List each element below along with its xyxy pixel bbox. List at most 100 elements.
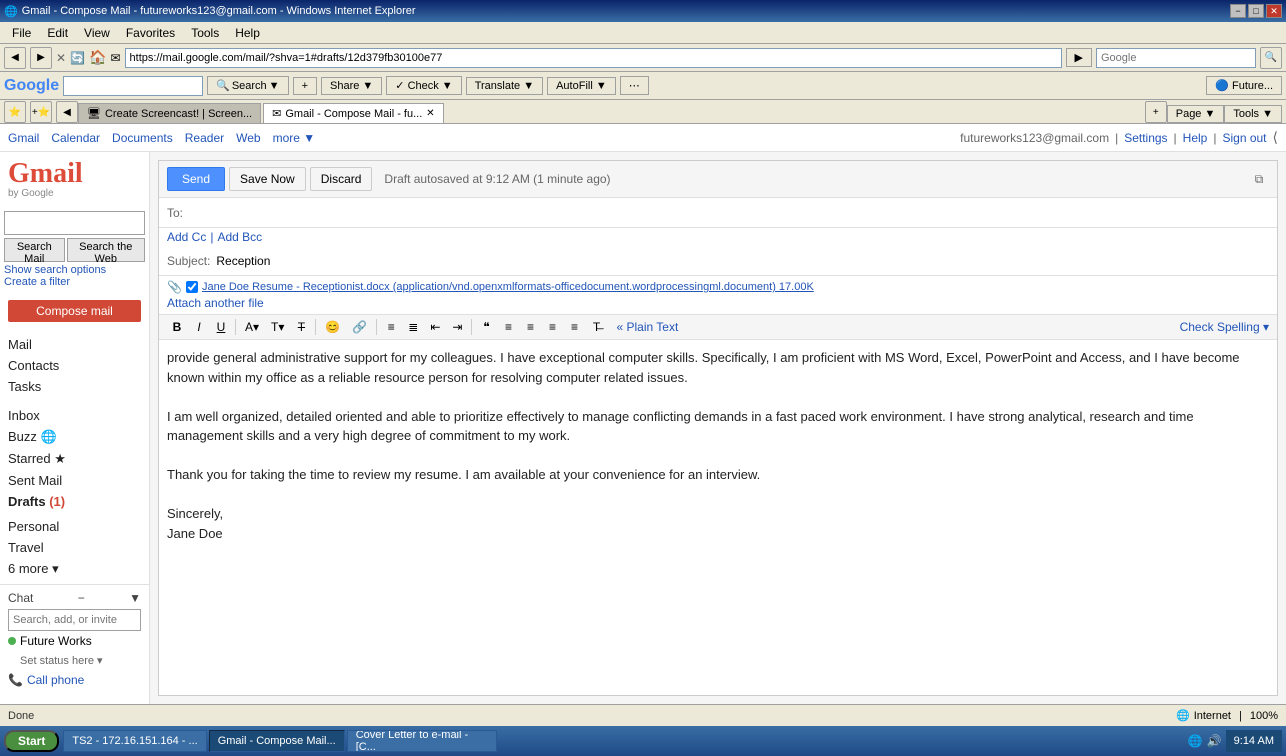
sidebar-item-starred[interactable]: Starred ★	[0, 448, 149, 470]
link-button[interactable]: 🔗	[347, 317, 372, 337]
sidebar-item-mail[interactable]: Mail	[0, 334, 149, 355]
minimize-button[interactable]: −	[1230, 4, 1246, 18]
home-icon[interactable]: 🏠	[89, 49, 106, 66]
indent-right-button[interactable]: ⇥	[447, 317, 467, 337]
sign-out-link[interactable]: Sign out	[1222, 131, 1266, 145]
to-input[interactable]	[187, 204, 1269, 222]
sidebar-item-inbox[interactable]: Inbox	[0, 405, 149, 426]
browser-search-input[interactable]	[1096, 48, 1256, 68]
favorites-button[interactable]: ⭐	[4, 101, 26, 123]
unordered-list-button[interactable]: ≣	[403, 317, 423, 337]
plain-text-link[interactable]: « Plain Text	[616, 320, 678, 334]
nav-calendar[interactable]: Calendar	[51, 131, 100, 145]
attachment-link[interactable]: Jane Doe Resume - Receptionist.docx (app…	[202, 281, 814, 293]
tab-gmail[interactable]: ✉ Gmail - Compose Mail - fu... ✕	[263, 103, 444, 123]
subject-input[interactable]	[214, 252, 1269, 270]
blockquote-button[interactable]: ❝	[476, 317, 496, 337]
menu-view[interactable]: View	[76, 24, 118, 42]
remove-format-button[interactable]: T̶	[586, 317, 606, 337]
taskbar-item-gmail[interactable]: Gmail - Compose Mail...	[209, 730, 345, 752]
nav-documents[interactable]: Documents	[112, 131, 173, 145]
forward-button[interactable]: ▶	[30, 47, 52, 69]
chat-settings-icon[interactable]: ▼	[129, 591, 141, 605]
sidebar-item-buzz[interactable]: Buzz 🌐	[0, 426, 149, 448]
indent-left-button[interactable]: ⇤	[425, 317, 445, 337]
sidebar-item-personal[interactable]: Personal	[0, 516, 149, 537]
new-tab-button[interactable]: +	[1145, 101, 1167, 123]
align-justify-button[interactable]: ≡	[564, 317, 584, 337]
title-bar-controls[interactable]: − □ ✕	[1230, 4, 1282, 18]
google-toolbar-search-input[interactable]	[63, 76, 203, 96]
send-button[interactable]: Send	[167, 167, 225, 191]
attach-another-link[interactable]: Attach another file	[167, 296, 264, 310]
expand-icon[interactable]: ⧉	[1249, 169, 1269, 189]
chat-collapse-icon[interactable]: −	[78, 591, 85, 605]
toolbar-translate[interactable]: Translate ▼	[466, 77, 543, 95]
menu-favorites[interactable]: Favorites	[118, 24, 183, 42]
italic-button[interactable]: I	[189, 317, 209, 337]
sidebar-item-more[interactable]: 6 more ▾	[0, 558, 149, 580]
email-body[interactable]: provide general administrative support f…	[159, 340, 1277, 695]
save-now-button[interactable]: Save Now	[229, 167, 306, 191]
address-input[interactable]	[125, 48, 1062, 68]
sidebar-toggle-icon[interactable]: ⟨	[1273, 129, 1278, 146]
align-left-button[interactable]: ≡	[498, 317, 518, 337]
create-filter-link[interactable]: Create a filter	[4, 276, 145, 288]
nav-more[interactable]: more ▼	[273, 131, 316, 145]
toolbar-share[interactable]: Share ▼	[321, 77, 382, 95]
prev-tab-button[interactable]: ◀	[56, 101, 78, 123]
go-button[interactable]: ▶	[1066, 48, 1092, 67]
add-favorites-button[interactable]: +⭐	[30, 101, 52, 123]
discard-button[interactable]: Discard	[310, 167, 373, 191]
add-bcc-link[interactable]: Add Bcc	[217, 230, 262, 244]
sidebar-item-tasks[interactable]: Tasks	[0, 376, 149, 397]
show-search-options-link[interactable]: Show search options	[4, 264, 145, 276]
toolbar-extra1[interactable]: +	[293, 77, 317, 95]
align-center-button[interactable]: ≡	[520, 317, 540, 337]
tab-screencast[interactable]: 🖥 Create Screencast! | Screen...	[78, 103, 261, 123]
toolbar-account[interactable]: 🔵 Future...	[1206, 76, 1282, 95]
sidebar-item-sent[interactable]: Sent Mail	[0, 470, 149, 491]
strikethrough-button[interactable]: T	[291, 317, 311, 337]
back-button[interactable]: ◀	[4, 47, 26, 69]
start-button[interactable]: Start	[4, 730, 59, 752]
tab-close-button[interactable]: ✕	[426, 108, 434, 119]
font-color-button[interactable]: A▾	[240, 317, 264, 337]
menu-edit[interactable]: Edit	[39, 24, 76, 42]
help-link[interactable]: Help	[1183, 131, 1208, 145]
sidebar-item-travel[interactable]: Travel	[0, 537, 149, 558]
menu-file[interactable]: File	[4, 24, 39, 42]
underline-button[interactable]: U	[211, 317, 231, 337]
search-web-button[interactable]: Search the Web	[67, 238, 145, 262]
emoji-button[interactable]: 😊	[320, 317, 345, 337]
tools-button[interactable]: Tools ▼	[1224, 105, 1282, 123]
nav-web[interactable]: Web	[236, 131, 260, 145]
add-cc-link[interactable]: Add Cc	[167, 230, 206, 244]
set-status-row[interactable]: Set status here ▾	[8, 651, 141, 670]
nav-gmail[interactable]: Gmail	[8, 131, 39, 145]
sidebar-item-contacts[interactable]: Contacts	[0, 355, 149, 376]
toolbar-more[interactable]: ⋯	[620, 76, 649, 95]
attachment-checkbox[interactable]	[186, 281, 198, 293]
maximize-button[interactable]: □	[1248, 4, 1264, 18]
bold-button[interactable]: B	[167, 317, 187, 337]
ordered-list-button[interactable]: ≡	[381, 317, 401, 337]
menu-tools[interactable]: Tools	[183, 24, 227, 42]
taskbar-item-cover[interactable]: Cover Letter to e-mail - [C...	[347, 730, 497, 752]
chat-search-input[interactable]	[8, 609, 141, 631]
taskbar-item-ts2[interactable]: TS2 - 172.16.151.164 - ...	[63, 730, 206, 752]
nav-reader[interactable]: Reader	[185, 131, 224, 145]
refresh-icon[interactable]: 🔄	[70, 51, 85, 65]
page-button[interactable]: Page ▼	[1167, 105, 1225, 123]
close-button[interactable]: ✕	[1266, 4, 1282, 18]
compose-mail-button[interactable]: Compose mail	[8, 300, 141, 322]
align-right-button[interactable]: ≡	[542, 317, 562, 337]
search-mail-button[interactable]: Search Mail	[4, 238, 65, 262]
search-input[interactable]	[4, 211, 145, 235]
menu-help[interactable]: Help	[227, 24, 268, 42]
browser-search-button[interactable]: 🔍	[1260, 47, 1282, 69]
call-phone-button[interactable]: 📞 Call phone	[8, 670, 141, 690]
toolbar-check[interactable]: ✓ Check ▼	[386, 76, 461, 95]
sidebar-item-drafts[interactable]: Drafts (1)	[0, 491, 149, 512]
settings-link[interactable]: Settings	[1124, 131, 1167, 145]
